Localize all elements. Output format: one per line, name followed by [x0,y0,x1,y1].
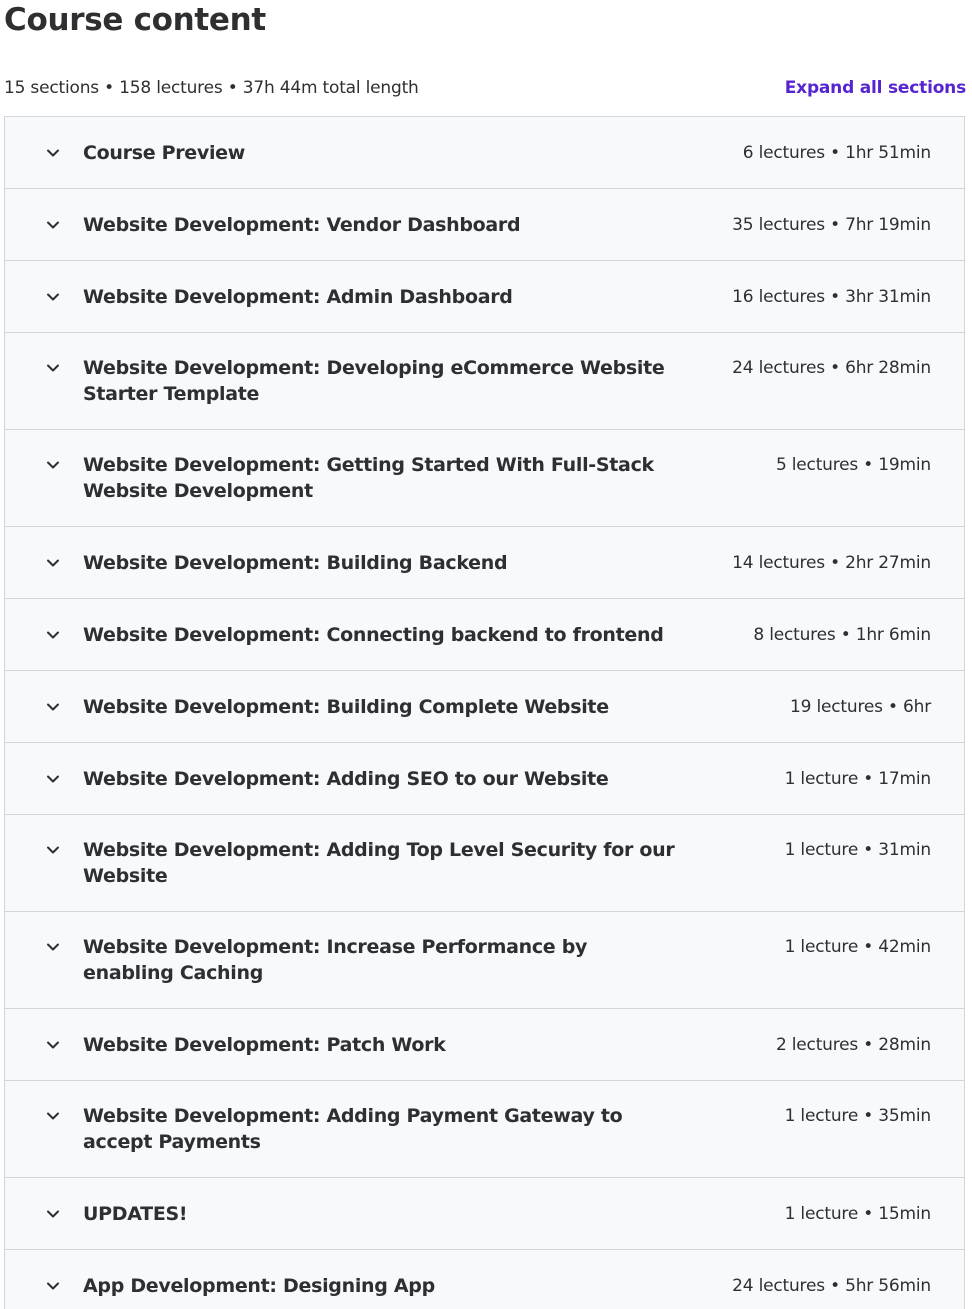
section-payment-gateway[interactable]: Website Development: Adding Payment Gate… [5,1081,964,1178]
section-caching[interactable]: Website Development: Increase Performanc… [5,912,964,1009]
section-title: Website Development: Adding Top Level Se… [83,839,675,887]
section-title: Website Development: Admin Dashboard [83,286,513,308]
chevron-down-icon [43,1204,63,1224]
section-security[interactable]: Website Development: Adding Top Level Se… [5,815,964,912]
section-meta: 2 lectures • 28min [775,1035,931,1055]
section-meta: 24 lectures • 6hr 28min [732,358,931,378]
section-title: Website Development: Connecting backend … [83,624,664,646]
chevron-down-icon [43,358,63,378]
section-course-preview[interactable]: Course Preview 6 lectures • 1hr 51min [5,117,964,189]
chevron-down-icon [43,143,63,163]
section-connecting-backend[interactable]: Website Development: Connecting backend … [5,599,964,671]
chevron-down-icon [43,215,63,235]
section-title: App Development: Designing App [83,1275,435,1297]
section-meta: 1 lecture • 35min [784,1106,932,1126]
section-title: Course Preview [83,142,246,164]
section-title: Website Development: Patch Work [83,1034,446,1056]
page-title: Course content [4,2,266,38]
section-title: Website Development: Vendor Dashboard [83,214,521,236]
chevron-down-icon [43,455,63,475]
section-meta: 1 lecture • 42min [784,937,932,957]
section-title: Website Development: Developing eCommerc… [83,357,665,405]
section-meta: 8 lectures • 1hr 6min [753,625,931,645]
section-patch-work[interactable]: Website Development: Patch Work 2 lectur… [5,1009,964,1081]
chevron-down-icon [43,840,63,860]
section-meta: 14 lectures • 2hr 27min [732,553,931,573]
section-meta: 24 lectures • 5hr 56min [732,1276,931,1296]
section-meta: 16 lectures • 3hr 31min [732,287,931,307]
course-summary-row: 15 sections • 158 lectures • 37h 44m tot… [4,76,966,100]
chevron-down-icon [43,769,63,789]
section-seo[interactable]: Website Development: Adding SEO to our W… [5,743,964,815]
chevron-down-icon [43,625,63,645]
section-admin-dashboard[interactable]: Website Development: Admin Dashboard 16 … [5,261,964,333]
section-meta: 19 lectures • 6hr [790,697,931,717]
section-title: Website Development: Building Backend [83,552,508,574]
course-summary: 15 sections • 158 lectures • 37h 44m tot… [4,78,419,98]
section-meta: 1 lecture • 15min [784,1204,932,1224]
section-building-backend[interactable]: Website Development: Building Backend 14… [5,527,964,599]
section-meta: 6 lectures • 1hr 51min [742,143,931,163]
section-title: Website Development: Adding Payment Gate… [83,1105,623,1153]
section-title: UPDATES! [83,1203,188,1225]
section-meta: 1 lecture • 17min [784,769,932,789]
section-meta: 35 lectures • 7hr 19min [732,215,931,235]
chevron-down-icon [43,937,63,957]
section-meta: 1 lecture • 31min [784,840,932,860]
section-list: Course Preview 6 lectures • 1hr 51min We… [4,116,965,1309]
section-designing-app[interactable]: App Development: Designing App 24 lectur… [5,1250,964,1309]
section-vendor-dashboard[interactable]: Website Development: Vendor Dashboard 35… [5,189,964,261]
section-starter-template[interactable]: Website Development: Developing eCommerc… [5,333,964,430]
chevron-down-icon [43,287,63,307]
chevron-down-icon [43,1276,63,1296]
section-title: Website Development: Increase Performanc… [83,936,588,984]
section-updates[interactable]: UPDATES! 1 lecture • 15min [5,1178,964,1250]
section-title: Website Development: Getting Started Wit… [83,454,654,502]
chevron-down-icon [43,697,63,717]
section-title: Website Development: Building Complete W… [83,696,609,718]
expand-all-button[interactable]: Expand all sections [785,78,966,98]
section-meta: 5 lectures • 19min [775,455,931,475]
chevron-down-icon [43,1106,63,1126]
section-title: Website Development: Adding SEO to our W… [83,768,609,790]
chevron-down-icon [43,553,63,573]
section-complete-website[interactable]: Website Development: Building Complete W… [5,671,964,743]
section-getting-started[interactable]: Website Development: Getting Started Wit… [5,430,964,527]
chevron-down-icon [43,1035,63,1055]
